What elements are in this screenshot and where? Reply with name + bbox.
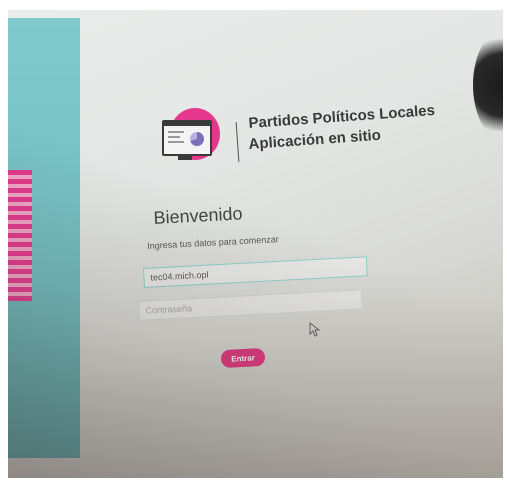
decorative-stripes (8, 170, 32, 320)
mouse-pointer-icon (309, 322, 321, 337)
photo-frame: Partidos Políticos Locales Aplicación en… (0, 0, 507, 484)
camera-edge-shadow (473, 30, 503, 140)
monitor-pie-chart-icon (162, 108, 224, 166)
username-input[interactable] (143, 256, 368, 288)
password-input[interactable] (138, 289, 363, 321)
brand-divider (235, 122, 240, 162)
login-screen: Partidos Políticos Locales Aplicación en… (8, 10, 503, 478)
app-title: Partidos Políticos Locales (248, 101, 436, 132)
welcome-heading: Bienvenido (153, 203, 244, 228)
login-instructions: Ingresa tus datos para comenzar (147, 234, 279, 251)
enter-button[interactable]: Entrar (220, 347, 266, 369)
app-subtitle: Aplicación en sitio (248, 126, 382, 153)
